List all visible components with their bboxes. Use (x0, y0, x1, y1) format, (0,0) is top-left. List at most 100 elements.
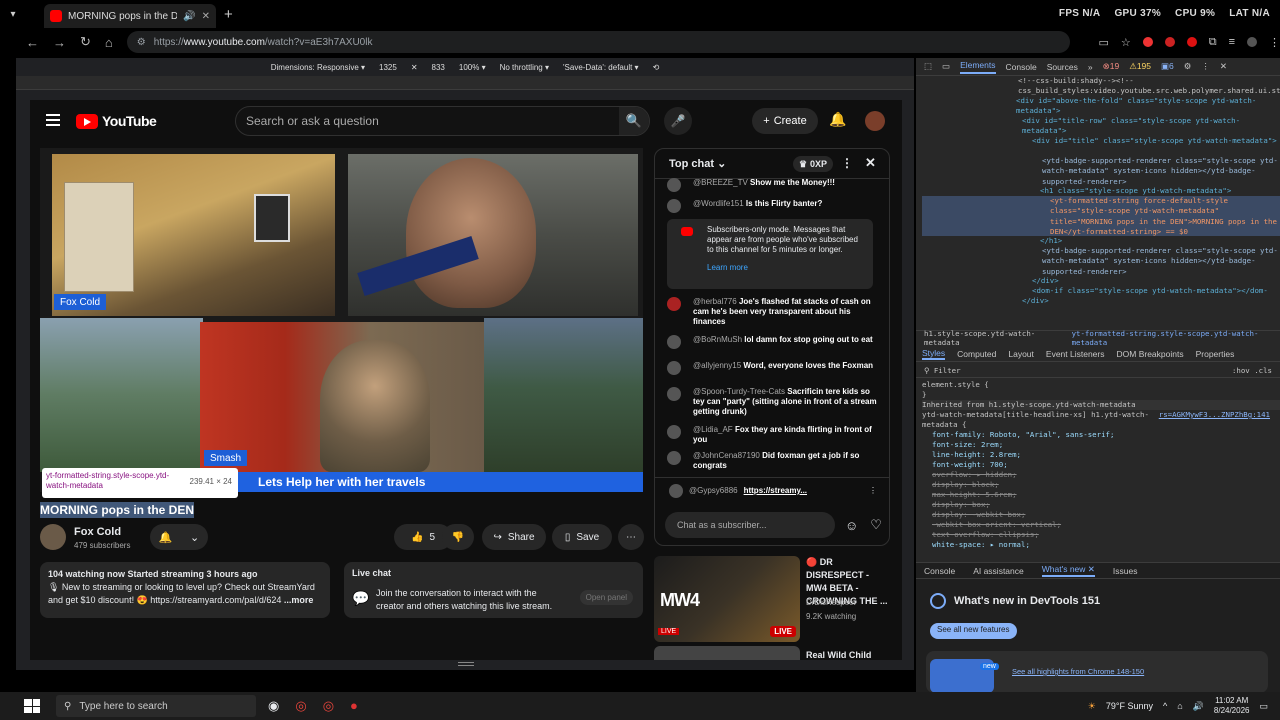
reload-icon[interactable]: ↻ (80, 34, 91, 50)
close-devtools-icon[interactable]: ✕ (1220, 61, 1227, 72)
heart-icon[interactable]: ♡ (870, 517, 882, 533)
notifications-bell-icon[interactable]: 🔔 (829, 111, 846, 128)
css-prop[interactable]: overflow: ▸ hidden; (922, 470, 1280, 480)
chrome-active-icon[interactable]: ◎ (323, 698, 334, 714)
chat-author[interactable]: @herbal776 (693, 297, 737, 306)
notifications-icon[interactable]: ▭ (1259, 701, 1268, 712)
site-info-icon[interactable]: ⚙ (137, 37, 146, 48)
settings-gear-icon[interactable]: ⚙ (1184, 61, 1192, 72)
tab-sources[interactable]: Sources (1047, 62, 1078, 72)
chat-author[interactable]: @JohnCena87190 (693, 451, 760, 460)
drawer-tab-issues[interactable]: Issues (1113, 566, 1138, 576)
close-tab-icon[interactable]: ✕ (202, 11, 210, 22)
dom-line[interactable]: </div> (922, 296, 1280, 306)
tab-console[interactable]: Console (1006, 62, 1037, 72)
chat-author[interactable]: @Lidia_AF (693, 425, 733, 434)
highlights-link[interactable]: See all highlights from Chrome 148-150 (1012, 667, 1144, 676)
obs-icon[interactable]: ● (350, 698, 358, 714)
inspect-icon[interactable]: ⬚ (924, 61, 932, 72)
save-button[interactable]: ▯ Save (552, 524, 612, 550)
browser-tab[interactable]: MORNING pops in the DEN 🔊 ✕ (44, 4, 216, 28)
save-data-select[interactable]: 'Save-Data': default (563, 63, 632, 72)
extension-icon[interactable] (1186, 37, 1197, 47)
close-chat-icon[interactable]: ✕ (865, 155, 876, 171)
tab-event-listeners[interactable]: Event Listeners (1046, 349, 1105, 359)
dom-line[interactable]: <ytd-badge-supported-renderer class="sty… (922, 246, 1280, 276)
css-prop[interactable]: line-height: 2.8rem; (922, 450, 1280, 460)
dom-line[interactable]: <div id="title" class="style-scope ytd-w… (922, 136, 1280, 156)
open-panel-button[interactable]: Open panel (579, 590, 633, 605)
taskbar-search[interactable]: ⚲ Type here to search (56, 695, 256, 717)
taskbar-clock[interactable]: 11:02 AM 8/24/2026 (1214, 696, 1250, 716)
hov-cls-toggles[interactable]: :hov .cls (1232, 366, 1272, 375)
viewport-height[interactable]: 833 (432, 63, 445, 72)
weather-text[interactable]: 79°F Sunny (1106, 701, 1153, 711)
rotate-icon[interactable]: ⟲ (653, 63, 660, 72)
tab-computed[interactable]: Computed (957, 349, 996, 359)
bookmark-star-icon[interactable]: ☆ (1121, 36, 1131, 49)
chat-author[interactable]: @Wordlife151 (693, 199, 744, 208)
css-prop[interactable]: font-weight: 700; (922, 460, 1280, 470)
drawer-tab-console[interactable]: Console (924, 566, 955, 576)
chrome-icon[interactable]: ◎ (295, 698, 306, 714)
tab-search-icon[interactable]: ▾ (0, 9, 26, 20)
more-actions-icon[interactable]: ⋯ (618, 524, 644, 550)
see-all-features-button[interactable]: See all new features (930, 623, 1017, 639)
css-prop[interactable]: -webkit-box-orient: vertical; (922, 520, 1280, 530)
pinned-link[interactable]: https://streamy... (744, 486, 807, 495)
dom-line[interactable]: <div id="above-the-fold" class="style-sc… (922, 96, 1280, 116)
search-input[interactable]: Search or ask a question 🔍 (235, 106, 650, 136)
rule-selector[interactable]: ytd-watch-metadata[title-headline-xs] h1… (922, 410, 1280, 430)
dom-line[interactable]: <ytd-badge-supported-renderer class="sty… (922, 156, 1280, 186)
network-icon[interactable]: ⌂ (1177, 701, 1182, 711)
top-chat-dropdown[interactable]: Top chat ⌄ (669, 157, 726, 170)
show-more-link[interactable]: ...more (284, 595, 314, 605)
device-toggle-icon[interactable]: ▭ (942, 61, 950, 72)
tray-chevron-icon[interactable]: ^ (1163, 701, 1167, 711)
description-box[interactable]: 104 watching now Started streaming 3 hou… (40, 562, 330, 618)
forward-icon[interactable]: → (53, 35, 66, 50)
back-icon[interactable]: ← (26, 35, 39, 50)
search-icon[interactable]: 🔍 (619, 107, 649, 135)
viewport-resize-handle[interactable] (458, 662, 474, 666)
voice-search-icon[interactable]: 🎤 (664, 107, 692, 135)
css-prop[interactable]: max-height: 5.6rem; (922, 490, 1280, 500)
xp-badge[interactable]: ♛ 0XP (793, 156, 833, 172)
pinned-author[interactable]: @Gypsy6886 (689, 486, 738, 495)
dom-line[interactable]: </h1> (922, 236, 1280, 246)
kebab-menu-icon[interactable]: ⋮ (1269, 36, 1280, 49)
channel-name[interactable]: Fox Cold (74, 526, 121, 538)
throttle-select[interactable]: No throttling (500, 63, 543, 72)
css-prop[interactable]: display: -webkit-box; (922, 510, 1280, 520)
chat-input[interactable]: Chat as a subscriber... (665, 512, 835, 538)
profile-icon[interactable] (1247, 37, 1257, 47)
subscribe-bell-button[interactable]: 🔔 ⌄ (150, 524, 208, 550)
tab-layout[interactable]: Layout (1008, 349, 1034, 359)
dom-line[interactable]: </div> (922, 276, 1280, 286)
breadcrumb-current[interactable]: yt-formatted-string.style-scope.ytd-watc… (1072, 329, 1280, 347)
recommended-thumbnail[interactable]: MW4 LIVE LIVE (654, 556, 800, 642)
share-button[interactable]: ↪ Share (482, 524, 546, 550)
dom-line-selected[interactable]: <yt-formatted-string force-default-style… (922, 196, 1280, 236)
url-field[interactable]: ⚙ https://www.youtube.com/watch?v=aE3h7A… (126, 31, 1071, 53)
steam-icon[interactable]: ◉ (268, 698, 279, 714)
error-count[interactable]: ⊗19 (1103, 61, 1120, 72)
recommended-title[interactable]: Real Wild Child (806, 650, 871, 660)
devtools-menu-icon[interactable]: ⋮ (1201, 61, 1210, 72)
element-style-rule[interactable]: element.style { (922, 380, 1280, 390)
emoji-icon[interactable]: ☺ (845, 518, 858, 533)
dom-line[interactable]: <h1 class="style-scope ytd-watch-metadat… (922, 186, 1280, 196)
guide-menu-icon[interactable] (46, 114, 60, 126)
chat-author[interactable]: @BREEZE_TV (693, 178, 748, 187)
volume-icon[interactable]: 🔊 (1193, 701, 1204, 712)
video-player[interactable]: Fox Cold Smash Lets Help her with her tr… (40, 148, 643, 492)
account-avatar[interactable] (865, 111, 885, 131)
chat-author[interactable]: @Spoon-Turdy-Tree-Cats (693, 387, 785, 396)
extension-icon[interactable] (1164, 37, 1175, 47)
dom-line[interactable]: <!--css-build:shady--><!--css_build_styl… (922, 76, 1280, 96)
windows-start-icon[interactable] (24, 699, 40, 713)
dom-line[interactable]: <div id="title-row" class="style-scope y… (922, 116, 1280, 136)
rule-source-link[interactable]: rs=AGKMywF3...ZNPZhBg:141 (1159, 410, 1270, 420)
learn-more-link[interactable]: Learn more (707, 263, 865, 273)
more-tabs-icon[interactable]: » (1088, 62, 1093, 72)
